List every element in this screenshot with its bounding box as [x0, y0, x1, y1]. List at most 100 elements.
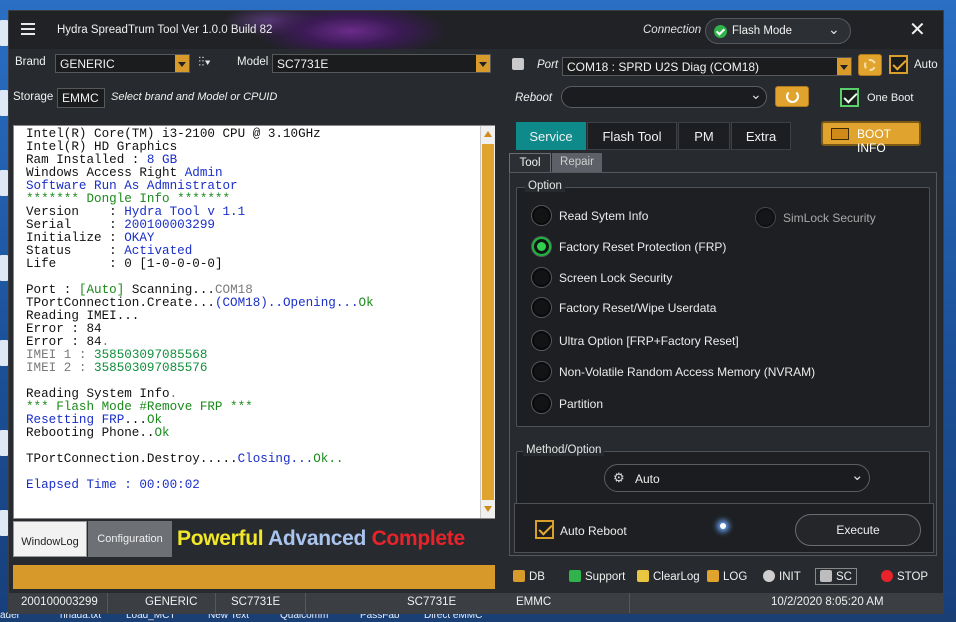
status-separator — [215, 593, 216, 613]
auto-reboot-label: Auto Reboot — [560, 524, 627, 538]
filter-settings-icon[interactable]: ⫶⫶▾ — [198, 54, 228, 72]
option-group: Option Read Sytem Info Factory Reset Pro… — [516, 180, 930, 427]
clearlog-label: ClearLog — [653, 571, 700, 583]
log-segment: Ok — [154, 426, 170, 440]
log-segment: Hydra Tool v 1.1 — [124, 205, 246, 219]
scroll-down-icon[interactable] — [484, 506, 492, 512]
init-label: INIT — [779, 571, 801, 583]
support-button[interactable]: Support — [569, 570, 625, 583]
port-settings-button[interactable] — [858, 54, 882, 76]
log-segment: Admin — [184, 166, 223, 180]
selection-hint: Select brand and Model or CPUID — [111, 91, 278, 103]
brand-select[interactable]: GENERIC — [55, 54, 190, 73]
status-model-2: SC7731E — [407, 596, 457, 608]
log-button[interactable]: LOG — [707, 570, 747, 583]
radio-read-system-info[interactable] — [532, 206, 551, 225]
log-segment: (COM18)..Opening... — [214, 296, 359, 310]
status-separator — [629, 593, 630, 613]
radio-frp[interactable] — [532, 237, 551, 256]
log-scrollbar[interactable] — [480, 126, 495, 518]
log-segment: 358503097085576 — [94, 361, 208, 375]
radio-label: Factory Reset Protection (FRP) — [559, 240, 727, 254]
storage-label: Storage — [13, 91, 54, 103]
execute-button[interactable]: Execute — [795, 514, 921, 546]
desktop-icon[interactable] — [0, 170, 8, 196]
desktop-icon[interactable] — [0, 430, 8, 456]
spark-decoration — [720, 523, 726, 529]
tab-windowlog[interactable]: WindowLog — [13, 521, 87, 557]
log-segment: TPortConnection.Destroy..... — [26, 452, 238, 466]
log-segment: Windows Access Right — [26, 166, 185, 180]
method-select[interactable]: ⚙ Auto ⌄ — [604, 464, 870, 492]
radio-screen-lock[interactable] — [532, 268, 551, 287]
window-log-panel[interactable]: Intel(R) Core(TM) i3-2100 CPU @ 3.10GHz I… — [13, 125, 495, 519]
desktop-icon[interactable] — [0, 510, 8, 536]
radio-ultra-option[interactable] — [532, 331, 551, 350]
check-circle-icon — [714, 25, 727, 38]
sc-button[interactable]: SC — [815, 568, 857, 585]
tab-configuration[interactable]: Configuration — [88, 521, 172, 557]
log-segment: Software Run As Admnistrator — [26, 179, 238, 193]
port-select[interactable]: COM18 : SPRD U2S Diag (COM18) — [562, 57, 852, 76]
brand-value: GENERIC — [60, 57, 115, 71]
radio-factory-reset[interactable] — [532, 298, 551, 317]
boot-info-button[interactable]: BOOT INFO — [821, 121, 921, 155]
log-segment: Ok.. — [313, 452, 344, 466]
connection-mode-value: Flash Mode — [732, 25, 793, 37]
log-segment: Ok — [358, 296, 374, 310]
log-segment: Serial : — [26, 218, 125, 232]
log-segment: 200100003299 — [124, 218, 215, 232]
model-select[interactable]: SC7731E — [272, 54, 491, 73]
scrollbar-thumb[interactable] — [482, 144, 494, 500]
auto-reboot-checkbox[interactable] — [535, 520, 554, 539]
tab-extra[interactable]: Extra — [731, 122, 791, 150]
desktop-icon[interactable] — [0, 20, 8, 46]
reboot-select[interactable]: ⌄ — [561, 86, 767, 108]
one-boot-checkbox[interactable] — [840, 88, 859, 107]
hamburger-menu-icon[interactable] — [21, 23, 37, 37]
log-segment: Ram Installed : — [26, 153, 147, 167]
init-button[interactable]: INIT — [763, 570, 801, 583]
title-bar[interactable]: Hydra SpreadTrum Tool Ver 1.0.0 Build 82… — [9, 11, 943, 49]
db-button[interactable]: DB — [513, 570, 545, 583]
tab-flash-tool[interactable]: Flash Tool — [587, 122, 677, 150]
tab-pm[interactable]: PM — [678, 122, 730, 150]
connection-mode-select[interactable]: Flash Mode ⌄ — [705, 18, 851, 44]
usb-plug-icon — [512, 58, 524, 70]
scroll-up-icon[interactable] — [484, 131, 492, 137]
radio-partition[interactable] — [532, 394, 551, 413]
tab-service[interactable]: Service — [516, 122, 586, 150]
log-segment: IMEI 2 : — [26, 361, 95, 375]
desktop-icon[interactable] — [0, 255, 8, 281]
one-boot-label: One Boot — [867, 92, 914, 104]
stop-button[interactable]: STOP — [881, 570, 928, 583]
radio-label: SimLock Security — [783, 211, 876, 225]
log-segment: Reading IMEI... — [26, 309, 140, 323]
log-label: LOG — [723, 571, 748, 583]
reboot-go-button[interactable] — [775, 86, 809, 107]
desktop-icon[interactable] — [0, 90, 8, 116]
status-serial: 200100003299 — [21, 596, 98, 608]
port-value: COM18 : SPRD U2S Diag (COM18) — [567, 60, 760, 74]
close-button[interactable]: ✕ — [909, 17, 926, 42]
tab-repair[interactable]: Repair — [552, 153, 602, 173]
radio-nvram[interactable] — [532, 362, 551, 381]
log-segment: Scanning... — [124, 283, 215, 297]
clearlog-button[interactable]: ClearLog — [637, 570, 700, 583]
log-segment: Activated — [124, 244, 193, 258]
log-segment: . — [101, 335, 110, 349]
radio-simlock-security[interactable] — [756, 208, 775, 227]
tab-tool[interactable]: Tool — [509, 153, 551, 173]
storage-select[interactable]: EMMC — [57, 88, 105, 108]
log-segment: Initialize : — [26, 231, 125, 245]
chevron-down-icon: ⌄ — [750, 86, 762, 102]
log-line: Rebooting Phone..Ok — [26, 427, 374, 440]
log-segment: *** Flash Mode #Remove FRP *** — [26, 400, 253, 414]
log-segment: Elapsed Time : 00:00:02 — [26, 478, 200, 492]
log-segment: ... — [124, 413, 147, 427]
auto-port-checkbox[interactable] — [889, 55, 908, 74]
log-segment: 0 [1-0-0-0-0] — [124, 257, 223, 271]
desktop-icon[interactable] — [0, 340, 8, 366]
stop-icon — [881, 570, 893, 582]
hydra-tool-window: Hydra SpreadTrum Tool Ver 1.0.0 Build 82… — [8, 10, 944, 614]
